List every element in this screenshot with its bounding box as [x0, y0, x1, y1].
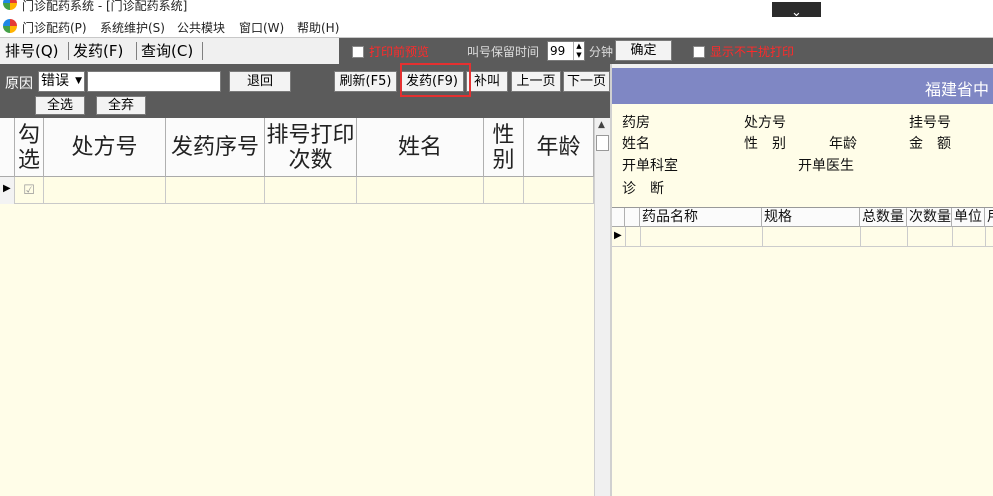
print-preview-label: 打印前预览	[369, 45, 430, 59]
vertical-scrollbar[interactable]: ▲	[594, 118, 610, 496]
keep-time-label: 叫号保留时间	[467, 45, 540, 59]
tab-dispense[interactable]: 发药(F)	[70, 40, 126, 62]
tab-query[interactable]: 查询(C)	[138, 40, 196, 62]
col-header-drug-name[interactable]: 药品名称	[640, 208, 762, 227]
reason-select[interactable]: 错误 ▼	[38, 71, 85, 92]
tab-separator	[68, 42, 69, 60]
menu-bar: 门诊配药(P) 系统维护(S) 公共模块 窗口(W) 帮助(H)	[0, 17, 993, 37]
app-logo-icon	[3, 0, 17, 10]
keep-time-value: 99	[550, 44, 566, 58]
reason-select-value: 错误	[41, 73, 69, 89]
dropdown-arrow-icon: ▼	[75, 76, 82, 86]
doctor-label: 开单医生	[798, 158, 854, 174]
row-select-checkbox[interactable]: ☑	[15, 177, 44, 204]
age-label: 年龄	[829, 136, 857, 152]
menu-help[interactable]: 帮助(H)	[297, 19, 339, 36]
col-header-total-qty[interactable]: 总数量	[860, 208, 907, 227]
col-header-spec[interactable]: 规格	[762, 208, 860, 227]
queue-grid-body	[0, 204, 594, 496]
drug-grid-body	[612, 247, 993, 496]
menu-window[interactable]: 窗口(W)	[239, 19, 284, 36]
prescription-no-label: 处方号	[744, 115, 786, 131]
drug-select-header	[625, 208, 640, 227]
table-row[interactable]: ▶ ☑	[0, 177, 594, 204]
row-age	[524, 177, 594, 204]
refresh-button[interactable]: 刷新(F5)	[334, 71, 397, 92]
menu-outpatient-dispensing[interactable]: 门诊配药(P)	[22, 19, 87, 36]
row-print-count	[265, 177, 357, 204]
row-gender	[484, 177, 524, 204]
next-page-button[interactable]: 下一页	[563, 71, 610, 92]
app-menu-icon[interactable]	[3, 19, 17, 33]
scroll-up-icon[interactable]: ▲	[598, 120, 605, 130]
prescription-info: 药房 处方号 挂号号 姓名 性 别 年龄 金 额 开单科室 开单医生 诊 断	[612, 104, 993, 207]
dispense-toolbar: 原因 错误 ▼ 退回 刷新(F5) 发药(F9) 补叫 上一页 下一页 全选 全…	[0, 64, 610, 118]
select-all-button[interactable]: 全选	[35, 96, 85, 115]
return-button[interactable]: 退回	[229, 71, 291, 92]
col-header-name[interactable]: 姓名	[357, 118, 484, 177]
col-header-select[interactable]: 勾选	[15, 118, 44, 177]
keep-time-spinner[interactable]: 99 ▲ ▼	[547, 41, 585, 61]
department-label: 开单科室	[622, 158, 678, 174]
row-name	[357, 177, 484, 204]
col-header-gender[interactable]: 性别	[484, 118, 524, 177]
menu-common-modules[interactable]: 公共模块	[177, 19, 225, 36]
col-header-dose-qty[interactable]: 次数量	[907, 208, 952, 227]
tab-separator	[136, 42, 137, 60]
dispense-button-highlight	[400, 63, 471, 97]
options-toolbar: 打印前预览 叫号保留时间 99 ▲ ▼ 分钟 确定 显示不干扰打印	[339, 38, 993, 64]
gender-label: 性 别	[744, 136, 786, 152]
recall-button[interactable]: 补叫	[466, 71, 508, 92]
diagnosis-label: 诊 断	[622, 181, 664, 197]
col-header-print-count[interactable]: 排号打印次数	[265, 118, 357, 177]
col-header-age[interactable]: 年龄	[524, 118, 594, 177]
col-header-unit[interactable]: 单位	[952, 208, 985, 227]
row-pointer-icon: ▶	[0, 177, 15, 204]
registration-no-label: 挂号号	[909, 115, 951, 131]
spinner-arrows-icon[interactable]: ▲ ▼	[573, 42, 584, 60]
col-header-dispense-seq[interactable]: 发药序号	[166, 118, 265, 177]
tab-separator	[202, 42, 203, 60]
hospital-name: 福建省中	[925, 80, 990, 99]
name-label: 姓名	[622, 136, 650, 152]
window-title: 门诊配药系统 - [门诊配药系统]	[22, 0, 188, 13]
no-interrupt-print-checkbox[interactable]	[693, 46, 705, 58]
queue-grid-header: 勾选 处方号 发药序号 排号打印次数 姓名 性别 年龄	[0, 118, 594, 177]
drug-table-row[interactable]: ▶	[612, 227, 993, 247]
pharmacy-label: 药房	[622, 115, 650, 131]
reason-input[interactable]	[87, 71, 221, 92]
prev-page-button[interactable]: 上一页	[511, 71, 561, 92]
row-indicator-header	[0, 118, 15, 177]
no-interrupt-print-label: 显示不干扰打印	[710, 45, 795, 59]
row-prescription-no	[44, 177, 166, 204]
print-preview-checkbox[interactable]	[352, 46, 364, 58]
title-bar: 门诊配药系统 - [门诊配药系统]	[0, 0, 993, 17]
amount-label: 金 额	[909, 136, 951, 152]
scrollbar-thumb[interactable]	[596, 135, 609, 151]
drug-row-pointer-icon: ▶	[614, 230, 622, 241]
col-header-prescription-no[interactable]: 处方号	[44, 118, 166, 177]
confirm-button[interactable]: 确定	[615, 40, 672, 61]
prescription-header: 福建省中	[612, 68, 993, 104]
menu-system-maintenance[interactable]: 系统维护(S)	[100, 19, 165, 36]
discard-all-button[interactable]: 全弃	[96, 96, 146, 115]
row-dispense-seq	[166, 177, 265, 204]
reason-label: 原因	[5, 76, 33, 92]
drug-grid-header: 药品名称 规格 总数量 次数量 单位 用	[612, 207, 993, 227]
minutes-label: 分钟	[589, 45, 614, 59]
col-header-usage[interactable]: 用	[985, 208, 993, 227]
tab-queue[interactable]: 排号(Q)	[2, 40, 62, 62]
drug-row-indicator-header	[612, 208, 625, 227]
